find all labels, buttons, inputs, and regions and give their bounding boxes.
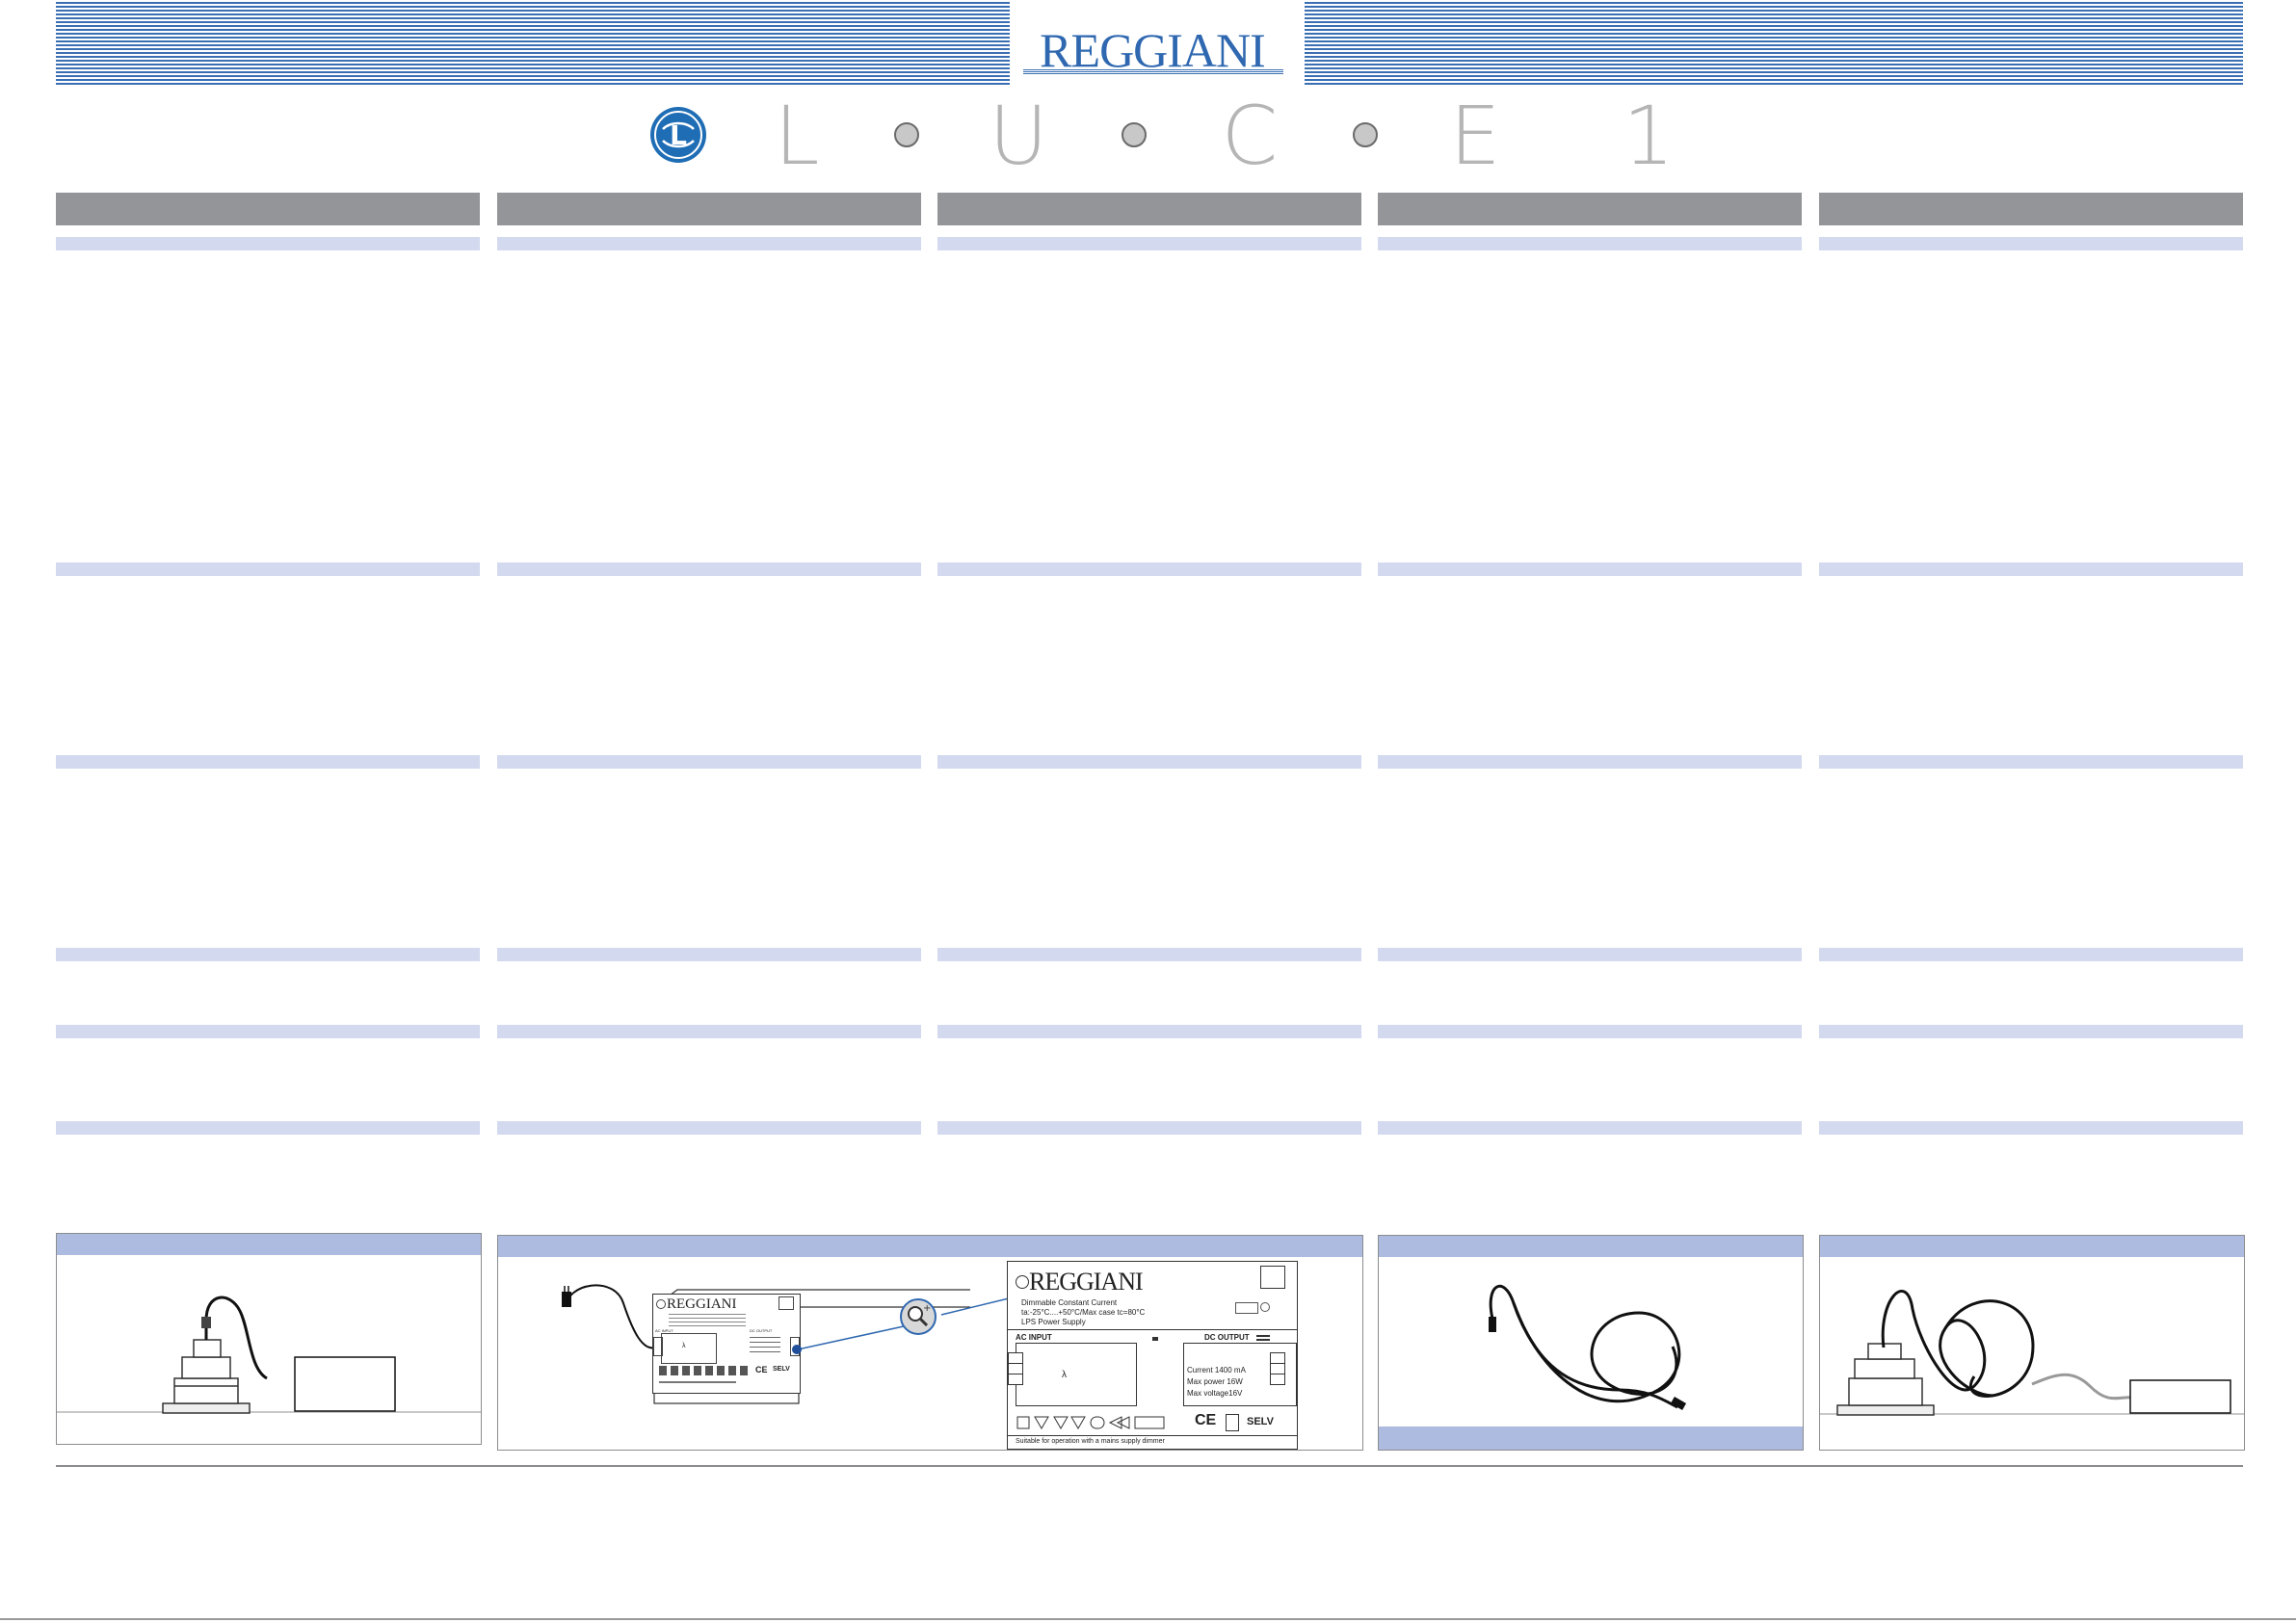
diagram-panel-3 bbox=[1378, 1235, 1804, 1451]
section-band bbox=[937, 1025, 1361, 1038]
section-band bbox=[937, 948, 1361, 961]
section-band bbox=[497, 1121, 921, 1135]
diagram-panel-1-bar bbox=[57, 1234, 481, 1255]
section-band bbox=[937, 563, 1361, 576]
diagram-panel-1 bbox=[56, 1233, 482, 1445]
plate-line-3: LPS Power Supply bbox=[1021, 1318, 1086, 1326]
diagram-panel-2: REGGIANI AC INPUT DC OUTPUT λ CE SELV + … bbox=[497, 1235, 1363, 1451]
footer-rule bbox=[56, 1465, 2243, 1467]
column-header-1 bbox=[56, 193, 480, 225]
diagram-panel-3-bar-bottom bbox=[1379, 1427, 1803, 1450]
section-band bbox=[1819, 563, 2243, 576]
plate-current: Current 1400 mA bbox=[1187, 1366, 1246, 1374]
diagram-panel-3-bar-top bbox=[1379, 1236, 1803, 1257]
plate-line-1: Dimmable Constant Current bbox=[1021, 1298, 1118, 1307]
column-header-3 bbox=[937, 193, 1361, 225]
section-band bbox=[937, 1121, 1361, 1135]
column-header-5 bbox=[1819, 193, 2243, 225]
section-band bbox=[1819, 755, 2243, 769]
plate-symbol-dot bbox=[1152, 1337, 1158, 1341]
svg-text:+: + bbox=[923, 1303, 931, 1314]
plate-max-power: Max power 16W bbox=[1187, 1377, 1243, 1386]
column-header-4 bbox=[1378, 193, 1802, 225]
luce-letter-e: E bbox=[1449, 89, 1501, 183]
plate-ce: CE bbox=[1195, 1412, 1217, 1428]
section-band bbox=[1378, 948, 1802, 961]
plate-dc-symbol bbox=[1256, 1335, 1270, 1341]
diagram-panel-4 bbox=[1819, 1235, 2245, 1451]
section-band bbox=[937, 237, 1361, 250]
luce-letter-1: 1 bbox=[1623, 89, 1675, 183]
header-stripes-left bbox=[56, 2, 1010, 85]
header-stripes-right bbox=[1305, 2, 2243, 85]
section-band bbox=[1378, 1121, 1802, 1135]
plate-cert-mark-2 bbox=[1260, 1302, 1270, 1312]
luce-emblem-icon: L bbox=[650, 107, 706, 163]
lamp-fixture-icon bbox=[162, 1296, 396, 1414]
plate-terminal-right bbox=[1270, 1352, 1285, 1385]
plate-logo-dot bbox=[1016, 1275, 1029, 1289]
luce-letter-u: U bbox=[989, 89, 1048, 183]
section-band bbox=[1378, 237, 1802, 250]
plate-selv: SELV bbox=[1247, 1416, 1274, 1427]
section-band bbox=[497, 237, 921, 250]
section-band bbox=[497, 755, 921, 769]
magnifier-icon: + bbox=[900, 1298, 937, 1335]
cable-icon bbox=[1489, 1284, 1687, 1410]
section-band bbox=[1819, 1025, 2243, 1038]
section-band bbox=[56, 1025, 480, 1038]
section-band bbox=[497, 948, 921, 961]
section-band bbox=[56, 1121, 480, 1135]
section-band bbox=[56, 563, 480, 576]
plate-brand: REGGIANI bbox=[1029, 1268, 1144, 1296]
section-band bbox=[497, 1025, 921, 1038]
plate-dc-output-label: DC OUTPUT bbox=[1204, 1333, 1250, 1342]
section-band bbox=[1819, 1121, 2243, 1135]
plate-line-2: ta:-25°C....+50°C/Max case tc=80°C bbox=[1021, 1308, 1146, 1317]
section-band bbox=[56, 948, 480, 961]
section-band bbox=[56, 237, 480, 250]
svg-text:L: L bbox=[670, 119, 687, 151]
lamp-fixture-icon bbox=[1836, 1290, 2231, 1416]
page-bottom-rule bbox=[0, 1618, 2296, 1620]
section-band bbox=[1378, 563, 1802, 576]
plate-terminal-left bbox=[1008, 1352, 1023, 1385]
section-band bbox=[1819, 948, 2243, 961]
certification-icons bbox=[1016, 1416, 1165, 1429]
plate-footer-divider bbox=[1008, 1435, 1297, 1436]
plate-corner-box bbox=[1260, 1266, 1285, 1289]
plate-divider bbox=[1008, 1329, 1297, 1330]
plate-lambda: λ bbox=[1062, 1370, 1067, 1380]
plate-ac-input-label: AC INPUT bbox=[1016, 1333, 1052, 1342]
brand-logo-underline bbox=[1023, 69, 1283, 75]
section-band bbox=[497, 563, 921, 576]
luce-separator-dot bbox=[1122, 122, 1147, 147]
column-header-2 bbox=[497, 193, 921, 225]
plate-cert-mark bbox=[1235, 1302, 1258, 1314]
section-band bbox=[56, 755, 480, 769]
section-band bbox=[1378, 755, 1802, 769]
plate-max-voltage: Max voltage16V bbox=[1187, 1389, 1243, 1398]
section-band bbox=[937, 755, 1361, 769]
plate-ac-input-box bbox=[1016, 1343, 1137, 1406]
plate-footer: Suitable for operation with a mains supp… bbox=[1016, 1438, 1165, 1445]
plate-bin-icon bbox=[1226, 1414, 1239, 1431]
label-plate: REGGIANI Dimmable Constant Current ta:-2… bbox=[1007, 1261, 1298, 1450]
section-band bbox=[1378, 1025, 1802, 1038]
luce-letter-l: L bbox=[774, 89, 820, 183]
luce-separator-dot bbox=[1353, 122, 1378, 147]
plate-cert-icons bbox=[1016, 1414, 1185, 1431]
luce-letter-c: C bbox=[1221, 89, 1279, 183]
luce-separator-dot bbox=[894, 122, 919, 147]
diagram-panel-4-bar bbox=[1820, 1236, 2244, 1257]
section-band bbox=[1819, 237, 2243, 250]
